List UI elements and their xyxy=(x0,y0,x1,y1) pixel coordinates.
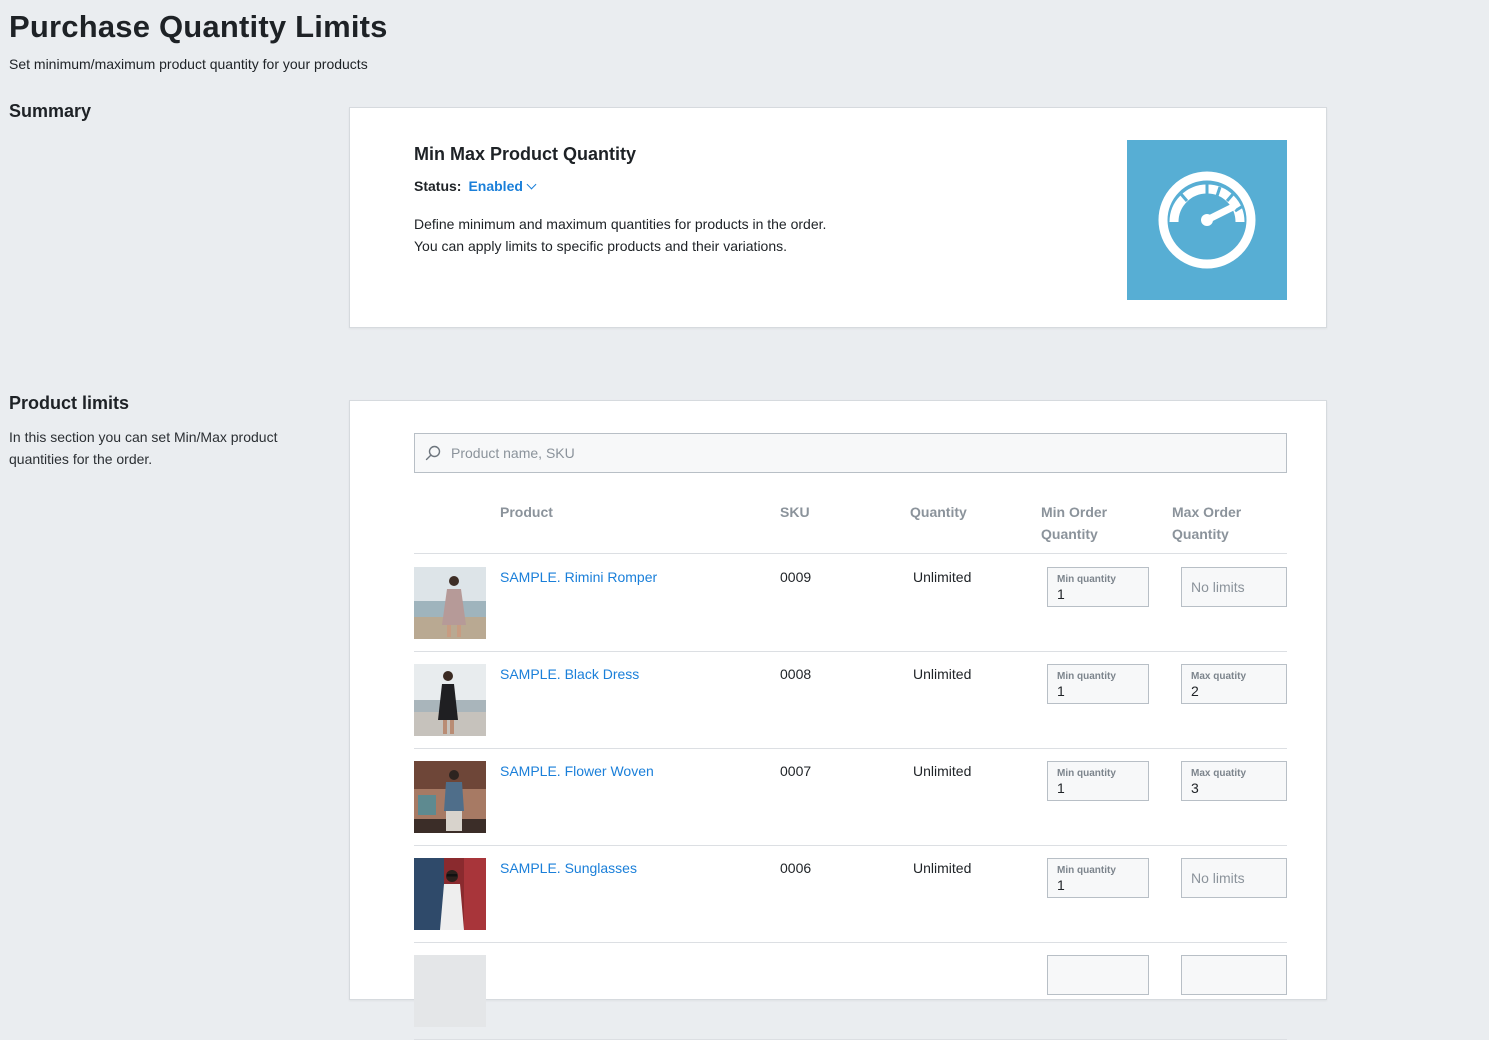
max-quantity-label: Max quatity xyxy=(1191,768,1247,779)
min-quantity-field[interactable]: Min quantity 1 xyxy=(1047,664,1149,704)
sku-value: 0007 xyxy=(780,763,812,779)
max-quantity-field[interactable]: No limits xyxy=(1181,567,1287,607)
table-row: SAMPLE. Black Dress 0008 Unlimited Min q… xyxy=(414,651,1287,749)
max-quantity-label: Max quatity xyxy=(1191,671,1247,682)
product-link[interactable]: SAMPLE. Rimini Romper xyxy=(500,569,657,585)
sku-value: 0008 xyxy=(780,666,812,682)
quantity-value: Unlimited xyxy=(913,860,972,876)
product-thumbnail[interactable] xyxy=(414,955,486,1027)
max-quantity-placeholder: No limits xyxy=(1191,870,1245,886)
max-quantity-field[interactable]: No limits xyxy=(1181,858,1287,898)
column-header-min-order-quantity: Min Order Quantity xyxy=(1041,501,1107,545)
min-quantity-value: 1 xyxy=(1057,780,1065,796)
product-thumbnail[interactable] xyxy=(414,858,486,930)
product-thumbnail[interactable] xyxy=(414,567,486,639)
quantity-value: Unlimited xyxy=(913,666,972,682)
table-row: SAMPLE. Sunglasses 0006 Unlimited Min qu… xyxy=(414,845,1287,943)
summary-section-title: Summary xyxy=(9,101,92,121)
table-row: SAMPLE. Flower Woven 0007 Unlimited Min … xyxy=(414,748,1287,846)
status-value: Enabled xyxy=(468,178,523,194)
search-box[interactable] xyxy=(414,433,1287,473)
min-quantity-field[interactable]: Min quantity 1 xyxy=(1047,567,1149,607)
table-row: SAMPLE. Rimini Romper 0009 Unlimited Min… xyxy=(414,554,1287,652)
table-row xyxy=(414,942,1287,1040)
summary-card: Min Max Product Quantity Status: Enabled… xyxy=(349,107,1327,328)
max-quantity-placeholder: No limits xyxy=(1191,579,1245,595)
column-header-line: Max Order xyxy=(1172,504,1242,520)
column-header-line: Min Order xyxy=(1041,504,1108,520)
min-quantity-value: 1 xyxy=(1057,586,1065,602)
product-thumbnail[interactable] xyxy=(414,664,486,736)
search-icon xyxy=(425,445,441,461)
gauge-icon xyxy=(1158,171,1256,269)
status-label: Status: xyxy=(414,178,462,194)
product-link[interactable]: SAMPLE. Black Dress xyxy=(500,666,639,682)
column-header-product: Product xyxy=(500,504,553,520)
max-quantity-field[interactable]: Max quatity 3 xyxy=(1181,761,1287,801)
status-dropdown[interactable]: Enabled xyxy=(468,178,537,194)
limits-section-title: Product limits xyxy=(9,393,130,413)
column-header-sku: SKU xyxy=(780,504,810,520)
app-description-line: Define minimum and maximum quantities fo… xyxy=(414,216,827,232)
app-name: Min Max Product Quantity xyxy=(414,144,637,164)
limits-section-description: In this section you can set Min/Max prod… xyxy=(9,429,278,467)
product-link[interactable]: SAMPLE. Sunglasses xyxy=(500,860,637,876)
min-quantity-value: 1 xyxy=(1057,683,1065,699)
min-quantity-label: Min quantity xyxy=(1057,768,1116,779)
product-link[interactable]: SAMPLE. Flower Woven xyxy=(500,763,654,779)
chevron-down-icon xyxy=(526,179,537,189)
max-quantity-value: 2 xyxy=(1191,683,1199,699)
column-header-line: Quantity xyxy=(1041,526,1098,542)
quantity-value: Unlimited xyxy=(913,763,972,779)
min-quantity-field[interactable] xyxy=(1047,955,1149,995)
max-quantity-field[interactable]: Max quatity 2 xyxy=(1181,664,1287,704)
min-quantity-field[interactable]: Min quantity 1 xyxy=(1047,858,1149,898)
min-quantity-value: 1 xyxy=(1057,877,1065,893)
sku-value: 0006 xyxy=(780,860,812,876)
app-description: Define minimum and maximum quantities fo… xyxy=(414,213,826,257)
product-thumbnail[interactable] xyxy=(414,761,486,833)
column-header-max-order-quantity: Max Order Quantity xyxy=(1172,501,1241,545)
page-subtitle: Set minimum/maximum product quantity for… xyxy=(9,56,368,72)
min-quantity-label: Min quantity xyxy=(1057,574,1116,585)
column-header-line: Quantity xyxy=(1172,526,1229,542)
column-header-quantity: Quantity xyxy=(910,504,967,520)
quantity-value: Unlimited xyxy=(913,569,972,585)
sku-value: 0009 xyxy=(780,569,812,585)
search-input[interactable] xyxy=(449,444,1253,462)
min-quantity-label: Min quantity xyxy=(1057,865,1116,876)
min-quantity-label: Min quantity xyxy=(1057,671,1116,682)
app-logo xyxy=(1127,140,1287,300)
max-quantity-value: 3 xyxy=(1191,780,1199,796)
min-quantity-field[interactable]: Min quantity 1 xyxy=(1047,761,1149,801)
status-row: Status: Enabled xyxy=(414,178,537,194)
page-title: Purchase Quantity Limits xyxy=(9,9,388,44)
app-description-line: You can apply limits to specific product… xyxy=(414,238,788,254)
max-quantity-field[interactable] xyxy=(1181,955,1287,995)
product-limits-card: Product SKU Quantity Min Order Quantity … xyxy=(349,400,1327,1040)
